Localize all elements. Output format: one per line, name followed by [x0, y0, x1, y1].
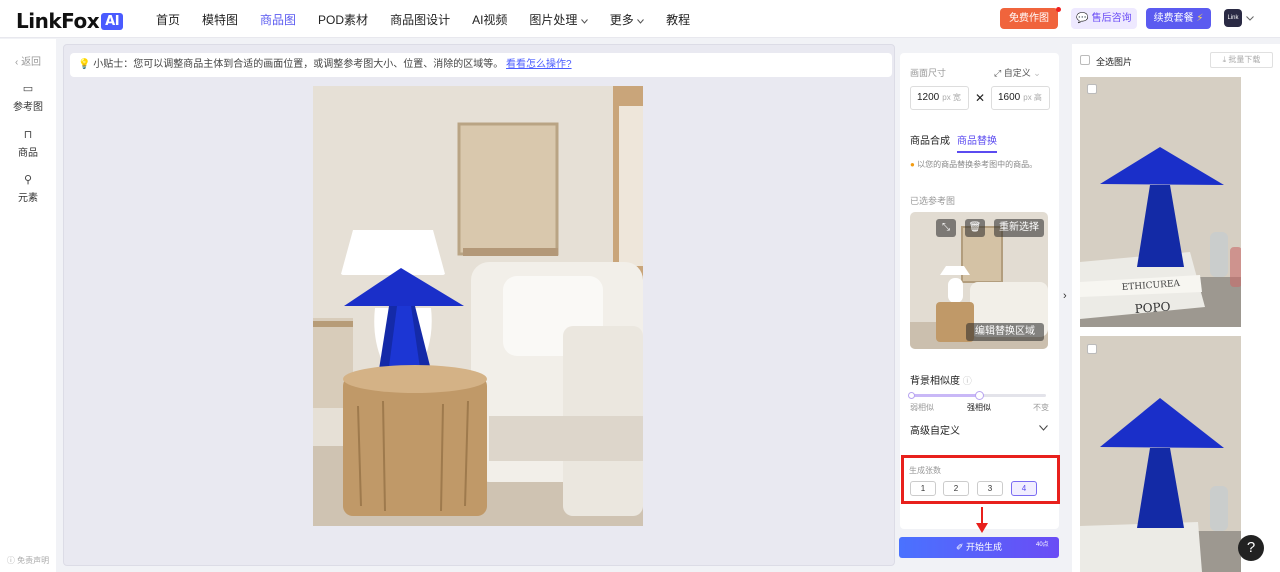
slider-knob[interactable] [975, 391, 984, 400]
similarity-strong: 强相似 [967, 403, 991, 412]
width-input[interactable]: 1200 px 宽 [910, 86, 969, 110]
lightning-icon: ⚡ [1196, 13, 1204, 24]
similarity-slider[interactable] [908, 391, 1046, 400]
tab-replace[interactable]: 商品替换 [957, 132, 997, 153]
similarity-weak: 弱相似 [910, 403, 934, 412]
notification-dot [1056, 7, 1061, 12]
avatar[interactable]: Link Fox [1224, 9, 1242, 39]
chevron-down-icon: ⌄ [1033, 68, 1041, 78]
result-thumbnail-2 [1080, 336, 1241, 572]
top-bar: LinkFox AI 首页 模特图 商品图 POD素材 商品图设计 AI视频 图片… [0, 0, 1280, 39]
select-all-checkbox[interactable] [1080, 55, 1090, 65]
similarity-unchanged: 不变 [1033, 403, 1049, 412]
question-icon: ⓘ [962, 376, 972, 386]
download-icon: ⤓ [1222, 55, 1227, 64]
nav-product-design[interactable]: 商品图设计 [390, 11, 450, 28]
disclaimer-link[interactable]: ⓘ 免责声明 [0, 555, 56, 566]
nav-ai-video[interactable]: AI视频 [472, 11, 507, 28]
size-mode-dropdown[interactable]: ⤢ 自定义 ⌄ [994, 66, 1041, 79]
reference-image-card[interactable]: ⤡ 🗑 重新选择 编辑替换区域 [910, 212, 1048, 349]
chevron-down-icon[interactable] [1246, 16, 1254, 21]
replace-notice: ● 以您的商品替换参考图中的商品。 [910, 160, 1038, 169]
main-nav: 首页 模特图 商品图 POD素材 商品图设计 AI视频 图片处理 更多 教程 [145, 0, 701, 38]
free-make-button[interactable]: 免费作图 [1000, 8, 1058, 29]
info-icon: ⓘ [6, 556, 15, 565]
link-icon[interactable]: ⤡ [936, 219, 956, 237]
select-image-2-checkbox[interactable] [1087, 344, 1097, 354]
result-image-2[interactable] [1080, 336, 1241, 572]
result-thumbnail-1: ETHICUREA POPO [1080, 77, 1241, 327]
cost-badge: 40点 [1036, 542, 1049, 548]
tip-bar: 💡 小贴士：您可以调整商品主体到合适的画面位置，或调整参考图大小、位置、消除的区… [70, 53, 892, 77]
nav-more[interactable]: 更多 [610, 11, 645, 28]
magic-wand-icon: ✐ [955, 542, 964, 552]
result-gallery: 全选图片 ⤓ 批量下载 ETHICUREA POPO [1072, 44, 1280, 572]
after-sales-button[interactable]: 💬 售后咨询 [1071, 8, 1137, 29]
red-arrow-annotation [976, 507, 988, 533]
chevron-down-icon [580, 18, 588, 24]
height-input[interactable]: 1600 px 高 [991, 86, 1050, 110]
resize-icon: ⤢ [994, 68, 1002, 78]
help-button[interactable]: ? [1238, 535, 1264, 561]
nav-pod-material[interactable]: POD素材 [318, 11, 368, 28]
chat-icon: 💬 [1076, 13, 1089, 24]
room-scene-image [313, 86, 643, 526]
nav-tutorial[interactable]: 教程 [666, 11, 690, 28]
times-icon: ✕ [975, 91, 986, 105]
nav-model-image[interactable]: 模特图 [202, 11, 238, 28]
similarity-label: 背景相似度 ⓘ [910, 376, 972, 387]
sidebar-item-element[interactable]: ⚲ 元素 [0, 173, 56, 204]
nav-home[interactable]: 首页 [156, 11, 180, 28]
advanced-label[interactable]: 高级自定义 [910, 422, 960, 437]
slider-start-dot [908, 392, 915, 399]
sidebar-item-reference[interactable]: ▭ 参考图 [0, 82, 56, 113]
chevron-down-icon [637, 18, 645, 24]
select-all-label: 全选图片 [1096, 57, 1133, 67]
info-icon: ● [910, 160, 915, 169]
result-image-1[interactable]: ETHICUREA POPO [1080, 77, 1241, 327]
how-to-link[interactable]: 看看怎么操作? [506, 59, 572, 70]
trash-icon[interactable]: 🗑 [965, 219, 985, 237]
svg-text:POPO: POPO [1134, 300, 1171, 316]
batch-download-button[interactable]: ⤓ 批量下载 [1210, 52, 1273, 68]
edit-region-button[interactable]: 编辑替换区域 [966, 323, 1044, 341]
chevron-left-icon: ‹ [14, 57, 19, 68]
start-generate-button[interactable]: ✐ 开始生成 [899, 537, 1059, 558]
image-icon: ▭ [22, 83, 34, 95]
chevron-down-icon[interactable] [1039, 425, 1048, 431]
selected-ref-label: 已选参考图 [910, 196, 956, 206]
bag-icon: ⊓ [23, 129, 33, 141]
gen-count-highlight-box [901, 455, 1060, 504]
left-sidebar: ‹ 返回 ▭ 参考图 ⊓ 商品 ⚲ 元素 ⓘ 免责声明 [0, 39, 56, 572]
nav-image-processing[interactable]: 图片处理 [529, 11, 588, 28]
renew-button[interactable]: 续费套餐 ⚡ [1146, 8, 1211, 29]
edit-canvas[interactable] [313, 86, 643, 526]
bulb-icon: 💡 [78, 59, 91, 70]
canvas-size-label: 画面尺寸 [910, 68, 947, 78]
back-button[interactable]: ‹ 返回 [0, 53, 56, 68]
reselect-button[interactable]: 重新选择 [994, 219, 1044, 237]
tab-synthesis[interactable]: 商品合成 [910, 132, 950, 147]
nav-product-image[interactable]: 商品图 [260, 11, 296, 28]
slider-fill [912, 394, 979, 397]
select-image-1-checkbox[interactable] [1087, 84, 1097, 94]
linkfox-logo[interactable]: LinkFox AI [16, 9, 124, 33]
sidebar-item-product[interactable]: ⊓ 商品 [0, 128, 56, 159]
element-icon: ⚲ [23, 174, 33, 186]
